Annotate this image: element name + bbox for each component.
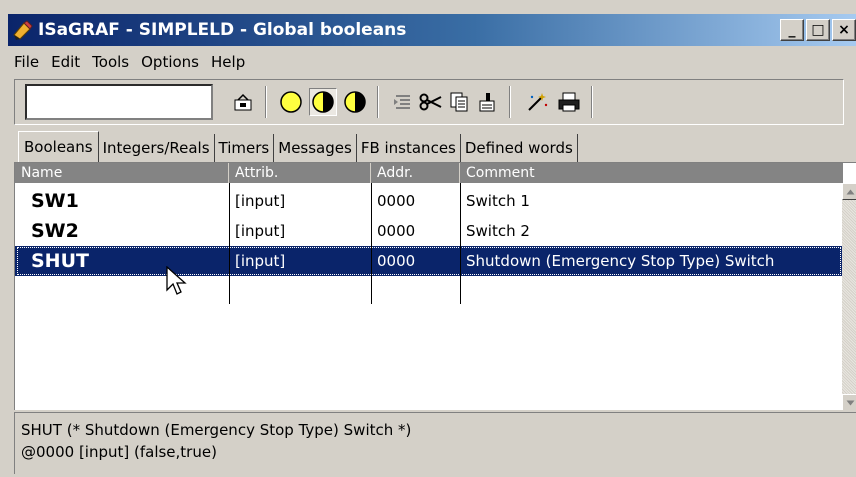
cell-attrib: [input]: [235, 222, 286, 240]
cell-comment: Switch 1: [466, 192, 530, 210]
column-divider: [460, 183, 461, 304]
variables-grid: Name Attrib. Addr. Comment SW1 [input] 0…: [14, 162, 856, 410]
paste-icon[interactable]: [473, 88, 501, 116]
wand-icon[interactable]: [523, 88, 551, 116]
cut-icon[interactable]: [417, 88, 445, 116]
tab-strip: Booleans Integers/Reals Timers Messages …: [18, 130, 578, 162]
cell-addr: 0000: [377, 252, 416, 270]
menu-edit[interactable]: Edit: [45, 53, 86, 71]
tab-booleans[interactable]: Booleans: [18, 131, 99, 162]
cell-name: SHUT: [31, 250, 89, 272]
cell-comment: Shutdown (Emergency Stop Type) Switch: [466, 252, 775, 270]
table-row[interactable]: SW1 [input] 0000 Switch 1: [15, 186, 843, 216]
scroll-down-button[interactable]: [842, 394, 856, 410]
cell-name: SW1: [31, 190, 79, 212]
window-title: ISaGRAF - SIMPLELD - Global booleans: [38, 20, 407, 40]
vertical-scrollbar[interactable]: [842, 183, 856, 410]
cell-name: SW2: [31, 220, 79, 242]
search-input[interactable]: [25, 84, 213, 120]
tab-messages[interactable]: Messages: [274, 134, 357, 162]
menu-options[interactable]: Options: [135, 53, 205, 71]
column-header-attrib[interactable]: Attrib.: [229, 163, 371, 183]
cell-attrib: [input]: [235, 192, 286, 210]
maximize-button[interactable]: □: [806, 19, 830, 41]
title-bar[interactable]: ISaGRAF - SIMPLELD - Global booleans _ □…: [8, 14, 856, 46]
status-line-address: @0000 [input] (false,true): [21, 443, 217, 461]
app-icon: [10, 18, 34, 42]
toolbar: [14, 79, 844, 125]
column-divider: [229, 183, 230, 304]
menu-help[interactable]: Help: [205, 53, 251, 71]
cell-addr: 0000: [377, 192, 416, 210]
circle-quarter-icon[interactable]: [341, 88, 369, 116]
column-divider: [371, 183, 372, 304]
circle-half-icon[interactable]: [309, 88, 337, 116]
tab-integers-reals[interactable]: Integers/Reals: [99, 134, 215, 162]
table-row-selected[interactable]: SHUT [input] 0000 Shutdown (Emergency St…: [15, 246, 843, 276]
close-button[interactable]: ×: [832, 19, 856, 41]
tab-fb-instances[interactable]: FB instances: [357, 134, 461, 162]
menu-bar: File Edit Tools Options Help: [8, 48, 251, 76]
cell-addr: 0000: [377, 222, 416, 240]
menu-tools[interactable]: Tools: [86, 53, 135, 71]
tab-defined-words[interactable]: Defined words: [461, 134, 578, 162]
indent-icon[interactable]: [389, 88, 417, 116]
status-line-declaration: SHUT (* Shutdown (Emergency Stop Type) S…: [21, 421, 412, 439]
column-header-addr[interactable]: Addr.: [371, 163, 460, 183]
print-icon[interactable]: [555, 88, 583, 116]
mouse-pointer-icon: [166, 265, 188, 302]
column-header-comment[interactable]: Comment: [460, 163, 843, 183]
circle-empty-icon[interactable]: [277, 88, 305, 116]
copy-icon[interactable]: [445, 88, 473, 116]
grid-header: Name Attrib. Addr. Comment: [15, 163, 843, 183]
cell-comment: Switch 2: [466, 222, 530, 240]
tab-timers[interactable]: Timers: [215, 134, 275, 162]
column-header-name[interactable]: Name: [15, 163, 229, 183]
scroll-up-button[interactable]: [842, 183, 856, 200]
minimize-button[interactable]: _: [780, 19, 804, 41]
isagraf-window: ISaGRAF - SIMPLELD - Global booleans _ □…: [0, 0, 856, 477]
open-icon[interactable]: [229, 88, 257, 116]
cell-attrib: [input]: [235, 252, 286, 270]
table-row[interactable]: SW2 [input] 0000 Switch 2: [15, 216, 843, 246]
menu-file[interactable]: File: [8, 53, 45, 71]
status-panel: SHUT (* Shutdown (Emergency Stop Type) S…: [14, 412, 856, 474]
